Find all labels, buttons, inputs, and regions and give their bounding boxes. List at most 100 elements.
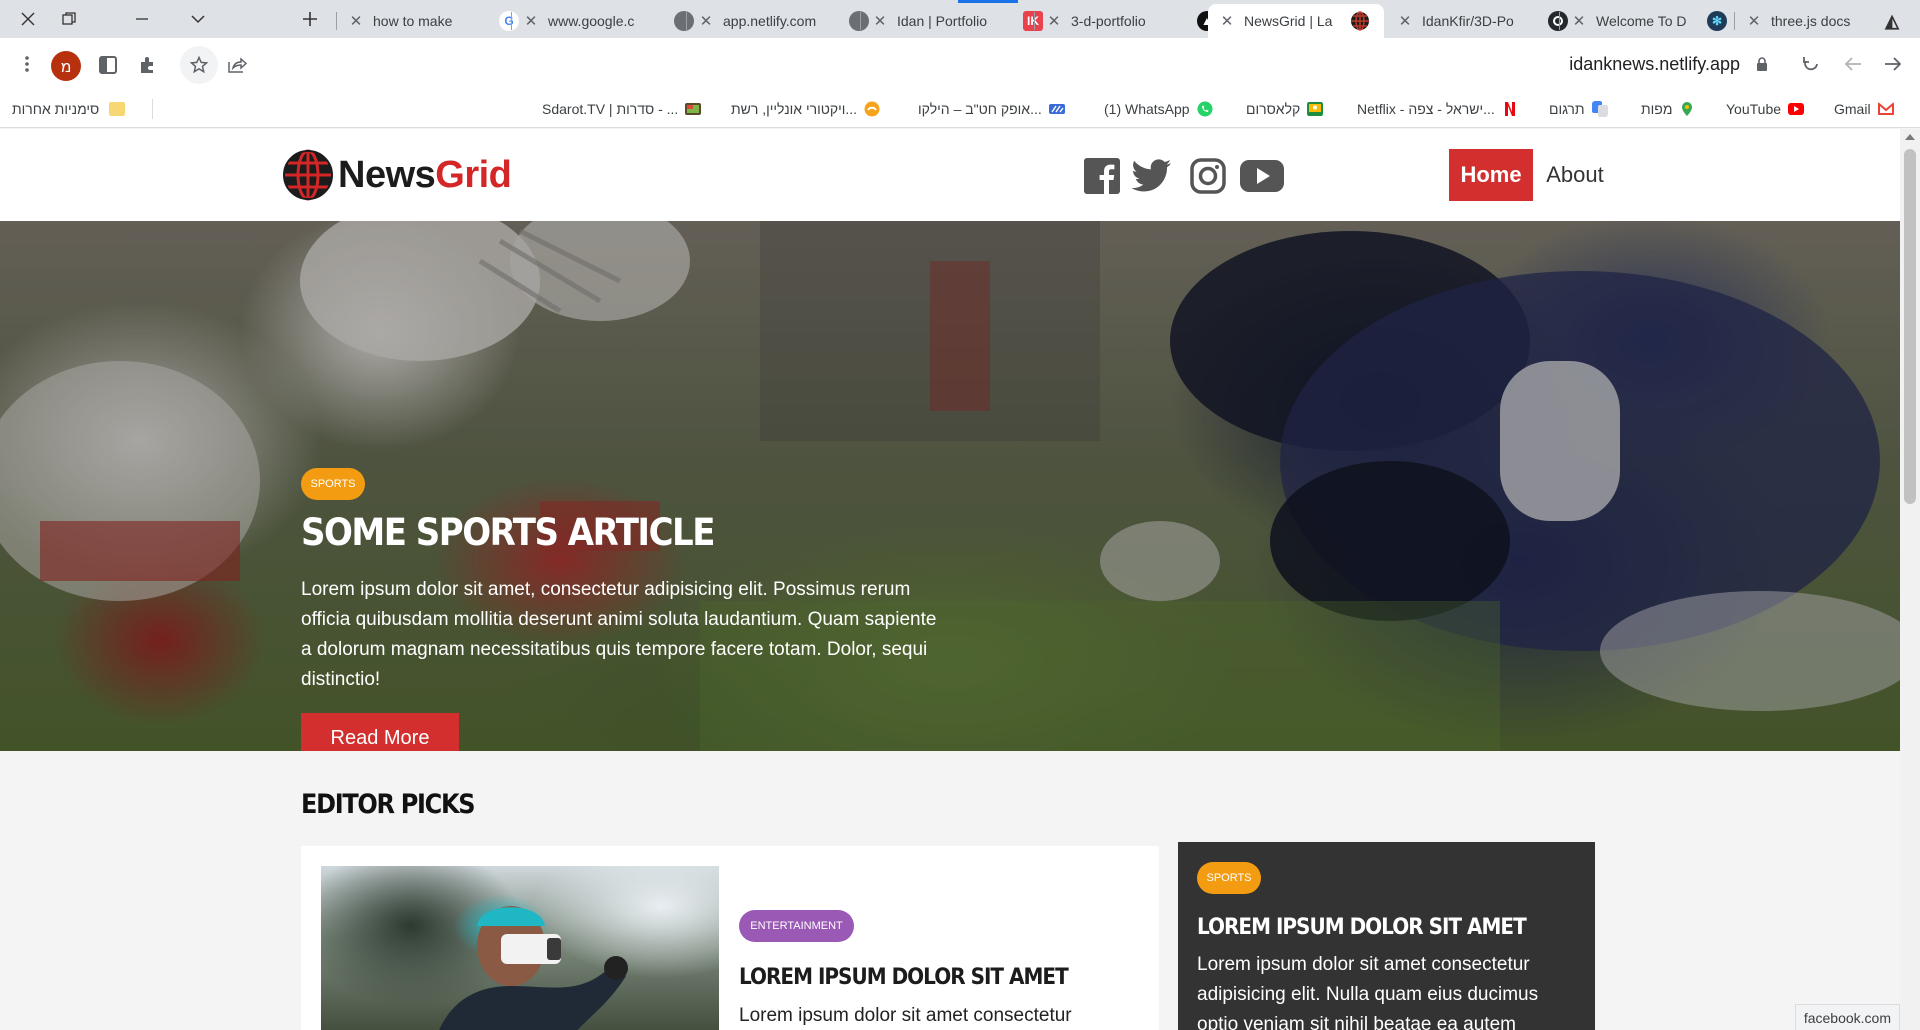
bookmark-maps[interactable]: מפות bbox=[1641, 97, 1695, 121]
bookmark-victory[interactable]: ויקטורי אונליין, רשת... bbox=[731, 97, 880, 121]
reload-button[interactable] bbox=[1798, 51, 1824, 77]
hero-category-badge[interactable]: Sports bbox=[301, 468, 365, 500]
tab-close-icon[interactable]: ✕ bbox=[1045, 12, 1063, 30]
sdarot-tv-icon bbox=[685, 103, 702, 115]
newsgrid-globe-favicon-icon bbox=[1350, 11, 1370, 31]
bookmark-label: ויקטורי אונליין, רשת... bbox=[731, 101, 858, 117]
bookmark-whatsapp[interactable]: (1) WhatsApp bbox=[1104, 97, 1213, 121]
tab-strip: ✕ how to make G ✕ www.google.c ✕ app.net… bbox=[0, 0, 1920, 38]
ofek-icon bbox=[1048, 104, 1065, 114]
bookmark-label: Sdarot.TV | סדרות - ... bbox=[542, 101, 679, 117]
tab-6-active[interactable]: ✕ NewsGrid | La bbox=[1208, 4, 1384, 38]
tab-title: Idan | Portfolio bbox=[897, 13, 988, 29]
victory-icon bbox=[864, 101, 880, 117]
editor-pick-card-main[interactable]: Entertainment Lorem ipsum dolor sit amet… bbox=[301, 846, 1159, 1030]
hero-description: Lorem ipsum dolor sit amet, consectetur … bbox=[301, 579, 937, 690]
bookmark-gmail[interactable]: Gmail bbox=[1834, 97, 1894, 121]
page-scrollbar[interactable] bbox=[1900, 129, 1920, 1030]
tab-4[interactable]: ✕ Idan | Portfolio IK bbox=[861, 4, 1053, 38]
tab-5[interactable]: ✕ 3-d-portfolio ▲ bbox=[1035, 4, 1227, 38]
twitter-link[interactable] bbox=[1130, 155, 1174, 197]
tab-8[interactable]: ✕ Welcome To D ✻ bbox=[1560, 4, 1737, 38]
site-navbar: News Grid Home About bbox=[0, 129, 1900, 221]
tab-3[interactable]: ✕ app.netlify.com bbox=[687, 4, 879, 38]
lock-icon[interactable] bbox=[1754, 53, 1770, 75]
tab-search-button[interactable] bbox=[170, 0, 226, 38]
arrow-right-icon bbox=[1885, 57, 1902, 71]
page-viewport: News Grid Home About SPORTS SOME SPORTS … bbox=[0, 129, 1900, 1030]
bookmark-youtube[interactable]: YouTube bbox=[1726, 97, 1805, 121]
restore-window-button[interactable] bbox=[41, 0, 97, 38]
share-button[interactable] bbox=[224, 52, 250, 78]
tab-7[interactable]: ✕ IdanKfir/3D-Po bbox=[1386, 4, 1578, 38]
kebab-menu-icon bbox=[25, 56, 29, 72]
tab-title: 3-d-portfolio bbox=[1071, 13, 1146, 29]
nav-about-link[interactable]: About bbox=[1540, 149, 1610, 201]
other-bookmarks-folder[interactable]: סימניות אחרות bbox=[12, 97, 126, 121]
other-bookmarks-label: סימניות אחרות bbox=[12, 101, 100, 117]
bookmark-classroom[interactable]: קלאסרום bbox=[1246, 97, 1324, 121]
entertainment-badge[interactable]: Entertainment bbox=[739, 910, 854, 942]
card-title[interactable]: Lorem ipsum dolor sit amet bbox=[739, 963, 1069, 989]
scrollbar-thumb[interactable] bbox=[1904, 149, 1916, 504]
tab-close-icon[interactable]: ✕ bbox=[1396, 12, 1414, 30]
restore-icon bbox=[62, 12, 76, 25]
bookmark-label: קלאסרום bbox=[1246, 101, 1301, 117]
facebook-link[interactable] bbox=[1080, 155, 1124, 197]
bookmark-label: מפות bbox=[1641, 101, 1673, 117]
extensions-button[interactable] bbox=[136, 52, 160, 78]
card-title[interactable]: Lorem ipsum dolor sit amet bbox=[1197, 913, 1527, 939]
chevron-down-icon bbox=[191, 15, 205, 24]
close-icon bbox=[21, 12, 35, 26]
classroom-icon bbox=[1307, 102, 1324, 116]
plus-icon bbox=[303, 12, 317, 26]
threejs-favicon-icon: ◭ bbox=[1885, 10, 1899, 31]
tab-close-icon[interactable]: ✕ bbox=[1745, 12, 1763, 30]
bookmark-sdarot[interactable]: Sdarot.TV | סדרות - ... bbox=[542, 97, 702, 121]
bookmark-netflix[interactable]: Netflix - ישראל - צפה... bbox=[1357, 97, 1518, 121]
bookmarks-divider bbox=[152, 99, 153, 119]
menu-button[interactable] bbox=[14, 50, 40, 78]
profile-avatar[interactable]: מ bbox=[51, 51, 81, 81]
nav-home-link[interactable]: Home bbox=[1449, 149, 1533, 201]
tab-close-icon[interactable]: ✕ bbox=[871, 12, 889, 30]
bookmark-translate[interactable]: תרגום bbox=[1549, 97, 1608, 121]
sports-badge[interactable]: Sports bbox=[1197, 862, 1261, 894]
minimize-window-button[interactable] bbox=[114, 0, 170, 38]
tab-close-icon[interactable]: ✕ bbox=[522, 12, 540, 30]
bookmark-ofek[interactable]: אופק חט"ב – הילקו... bbox=[918, 97, 1065, 121]
tab-1[interactable]: ✕ how to make G bbox=[337, 4, 529, 38]
bookmark-star-button[interactable] bbox=[180, 46, 218, 84]
side-panel-icon bbox=[99, 56, 117, 74]
url-field[interactable]: idanknews.netlify.app bbox=[1569, 54, 1740, 75]
read-more-button[interactable]: Read More bbox=[301, 713, 459, 751]
side-panel-button[interactable] bbox=[96, 52, 120, 78]
site-logo[interactable]: News Grid bbox=[282, 149, 512, 201]
tab-close-icon[interactable]: ✕ bbox=[1570, 12, 1588, 30]
back-button[interactable] bbox=[1880, 51, 1906, 77]
tab-close-icon[interactable]: ✕ bbox=[1218, 12, 1236, 30]
tab-9[interactable]: ✕ three.js docs ◭ bbox=[1735, 4, 1912, 38]
bookmark-label: אופק חט"ב – הילקו... bbox=[918, 101, 1042, 117]
bookmark-label: (1) WhatsApp bbox=[1104, 101, 1190, 117]
logo-text-news: News bbox=[338, 153, 436, 196]
tab-close-icon[interactable]: ✕ bbox=[347, 12, 365, 30]
new-tab-button[interactable] bbox=[282, 0, 338, 38]
bookmark-label: Gmail bbox=[1834, 101, 1871, 117]
youtube-icon bbox=[1788, 103, 1805, 115]
youtube-link[interactable] bbox=[1240, 155, 1284, 197]
puzzle-icon bbox=[141, 57, 153, 73]
forward-button[interactable] bbox=[1840, 51, 1866, 77]
scroll-up-arrow-icon[interactable] bbox=[1905, 134, 1915, 140]
tab-title: IdanKfir/3D-Po bbox=[1422, 13, 1514, 29]
tab-close-icon[interactable]: ✕ bbox=[697, 12, 715, 30]
arrow-left-icon bbox=[1844, 57, 1861, 71]
gmail-icon bbox=[1877, 101, 1894, 115]
reload-icon bbox=[1803, 57, 1818, 71]
tab-2[interactable]: ✕ www.google.c bbox=[512, 4, 704, 38]
instagram-link[interactable] bbox=[1186, 155, 1230, 197]
editor-pick-card-side[interactable]: Sports Lorem ipsum dolor sit amet Lorem … bbox=[1178, 842, 1595, 1030]
loading-indicator bbox=[958, 0, 1018, 3]
maps-pin-icon bbox=[1682, 102, 1693, 116]
tab-title: Welcome To D bbox=[1596, 13, 1687, 29]
